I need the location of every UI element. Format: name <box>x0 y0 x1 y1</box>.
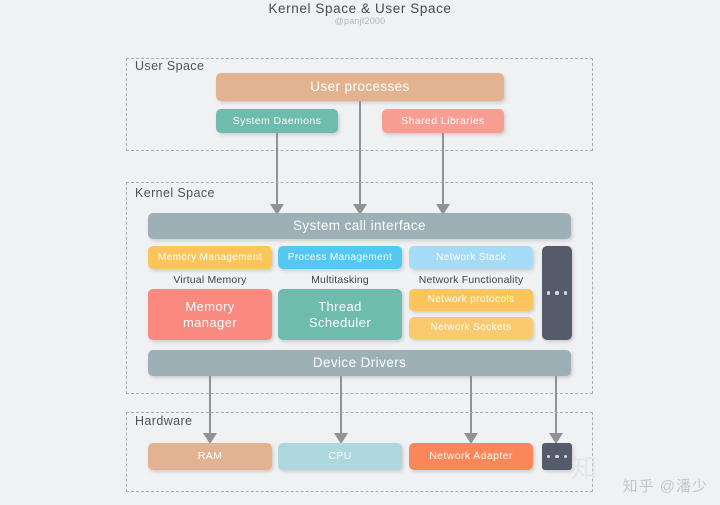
network-stack-box[interactable]: Network Stack <box>409 246 533 269</box>
region-kernel-space-label: Kernel Space <box>131 186 219 200</box>
thread-scheduler-box[interactable]: Thread Scheduler <box>278 289 402 340</box>
cpu-box[interactable]: CPU <box>278 443 402 470</box>
ram-box[interactable]: RAM <box>148 443 272 470</box>
ellipsis-icon <box>547 454 567 459</box>
diagram-canvas: Kernel Space & User Space @panjf2000 Use… <box>0 0 720 505</box>
page-subtitle: @panjf2000 <box>334 16 386 26</box>
kernel-more-box[interactable] <box>542 246 572 340</box>
network-adapter-box[interactable]: Network Adapter <box>409 443 533 470</box>
multitasking-caption: Multitasking <box>311 274 369 286</box>
memory-manager-box[interactable]: Memory manager <box>148 289 272 340</box>
watermark-glyph: 知 <box>571 453 598 483</box>
device-drivers-bar[interactable]: Device Drivers <box>148 350 571 376</box>
system-daemons-box[interactable]: System Daemons <box>216 109 338 133</box>
hardware-more-box[interactable] <box>542 443 572 470</box>
network-functionality-caption: Network Functionality <box>418 274 524 286</box>
system-call-interface-bar[interactable]: System call interface <box>148 213 571 239</box>
region-hardware-label: Hardware <box>131 414 197 428</box>
page-title: Kernel Space & User Space <box>268 1 452 16</box>
user-processes-box[interactable]: User processes <box>216 73 504 101</box>
memory-management-box[interactable]: Memory Management <box>148 246 272 269</box>
ellipsis-icon <box>547 291 567 295</box>
network-protocols-box[interactable]: Network protocols <box>409 289 533 311</box>
watermark: 知乎 @潘少 <box>622 478 708 495</box>
region-user-space-label: User Space <box>131 59 209 73</box>
shared-libraries-box[interactable]: Shared Libraries <box>382 109 504 133</box>
network-sockets-box[interactable]: Network Sockets <box>409 317 533 339</box>
process-management-box[interactable]: Process Management <box>278 246 402 269</box>
virtual-memory-caption: Virtual Memory <box>173 274 247 286</box>
